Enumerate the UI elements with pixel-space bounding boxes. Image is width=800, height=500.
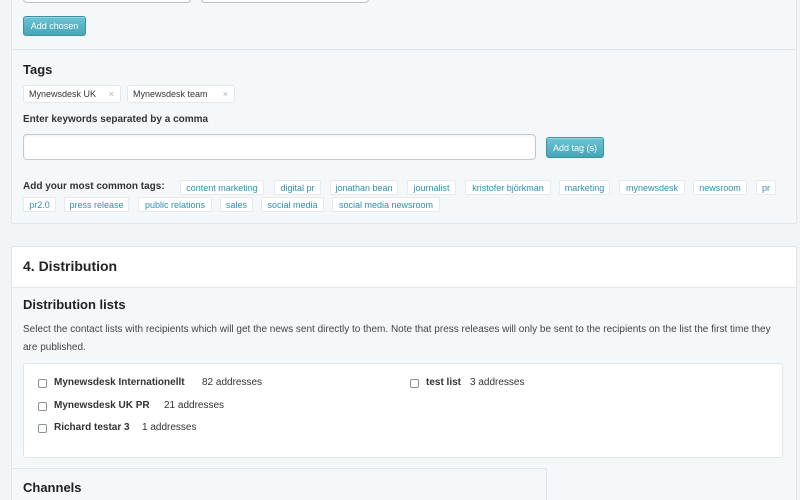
divider: [12, 49, 796, 50]
distribution-lists-heading: Distribution lists: [23, 297, 126, 312]
divider: [12, 287, 796, 288]
list-name: Mynewsdesk UK PR: [54, 400, 150, 411]
list-checkbox[interactable]: [410, 379, 419, 388]
add-tag-button[interactable]: Add tag (s): [546, 137, 604, 158]
selected-tag-label: Mynewsdesk UK: [29, 89, 97, 99]
common-tag[interactable]: kristofer björkman: [465, 180, 551, 195]
list-name: Mynewsdesk Internationellt: [54, 377, 185, 388]
channels-heading: Channels: [23, 480, 82, 495]
remove-tag-icon[interactable]: ×: [223, 89, 228, 99]
remove-tag-icon[interactable]: ×: [109, 89, 114, 99]
list-name: test list: [426, 377, 462, 388]
list-count: 3 addresses: [470, 377, 525, 388]
common-tag[interactable]: marketing: [559, 180, 610, 195]
keywords-label: Enter keywords separated by a comma: [23, 114, 209, 125]
keywords-input[interactable]: [23, 134, 536, 160]
common-tag[interactable]: sales: [220, 197, 253, 212]
common-tag[interactable]: social media newsroom: [332, 197, 440, 212]
distribution-title: 4. Distribution: [23, 258, 118, 274]
common-tag[interactable]: journalist: [407, 180, 456, 195]
distribution-description: Select the contact lists with recipients…: [23, 324, 771, 353]
common-tag[interactable]: press release: [64, 197, 129, 212]
common-tag[interactable]: jonathan bean: [330, 180, 398, 195]
common-tags-label: Add your most common tags:: [23, 181, 165, 192]
list-checkbox[interactable]: [38, 379, 47, 388]
list-checkbox[interactable]: [38, 402, 47, 411]
common-tag[interactable]: social media: [261, 197, 324, 212]
contact-select-right[interactable]: [201, 0, 369, 3]
distribution-header: [12, 247, 796, 287]
list-count: 1 addresses: [142, 422, 197, 433]
selected-tag: Mynewsdesk team ×: [127, 85, 235, 103]
common-tag[interactable]: public relations: [138, 197, 212, 212]
common-tag[interactable]: mynewsdesk: [619, 180, 685, 195]
common-tag[interactable]: digital pr: [274, 180, 321, 195]
selected-tag: Mynewsdesk UK ×: [23, 85, 121, 103]
contact-select-left[interactable]: [23, 0, 191, 3]
channels-section: [11, 468, 547, 500]
common-tag[interactable]: pr: [756, 180, 776, 195]
tags-heading: Tags: [23, 62, 53, 77]
common-tag[interactable]: newsroom: [693, 180, 747, 195]
selected-tag-label: Mynewsdesk team: [133, 89, 208, 99]
list-count: 82 addresses: [202, 377, 263, 388]
list-name: Richard testar 3: [54, 422, 130, 433]
add-chosen-button[interactable]: Add chosen: [23, 16, 86, 36]
common-tag[interactable]: pr2.0: [23, 197, 56, 212]
list-checkbox[interactable]: [38, 424, 47, 433]
common-tag[interactable]: content marketing: [180, 180, 264, 195]
list-count: 21 addresses: [164, 400, 225, 411]
